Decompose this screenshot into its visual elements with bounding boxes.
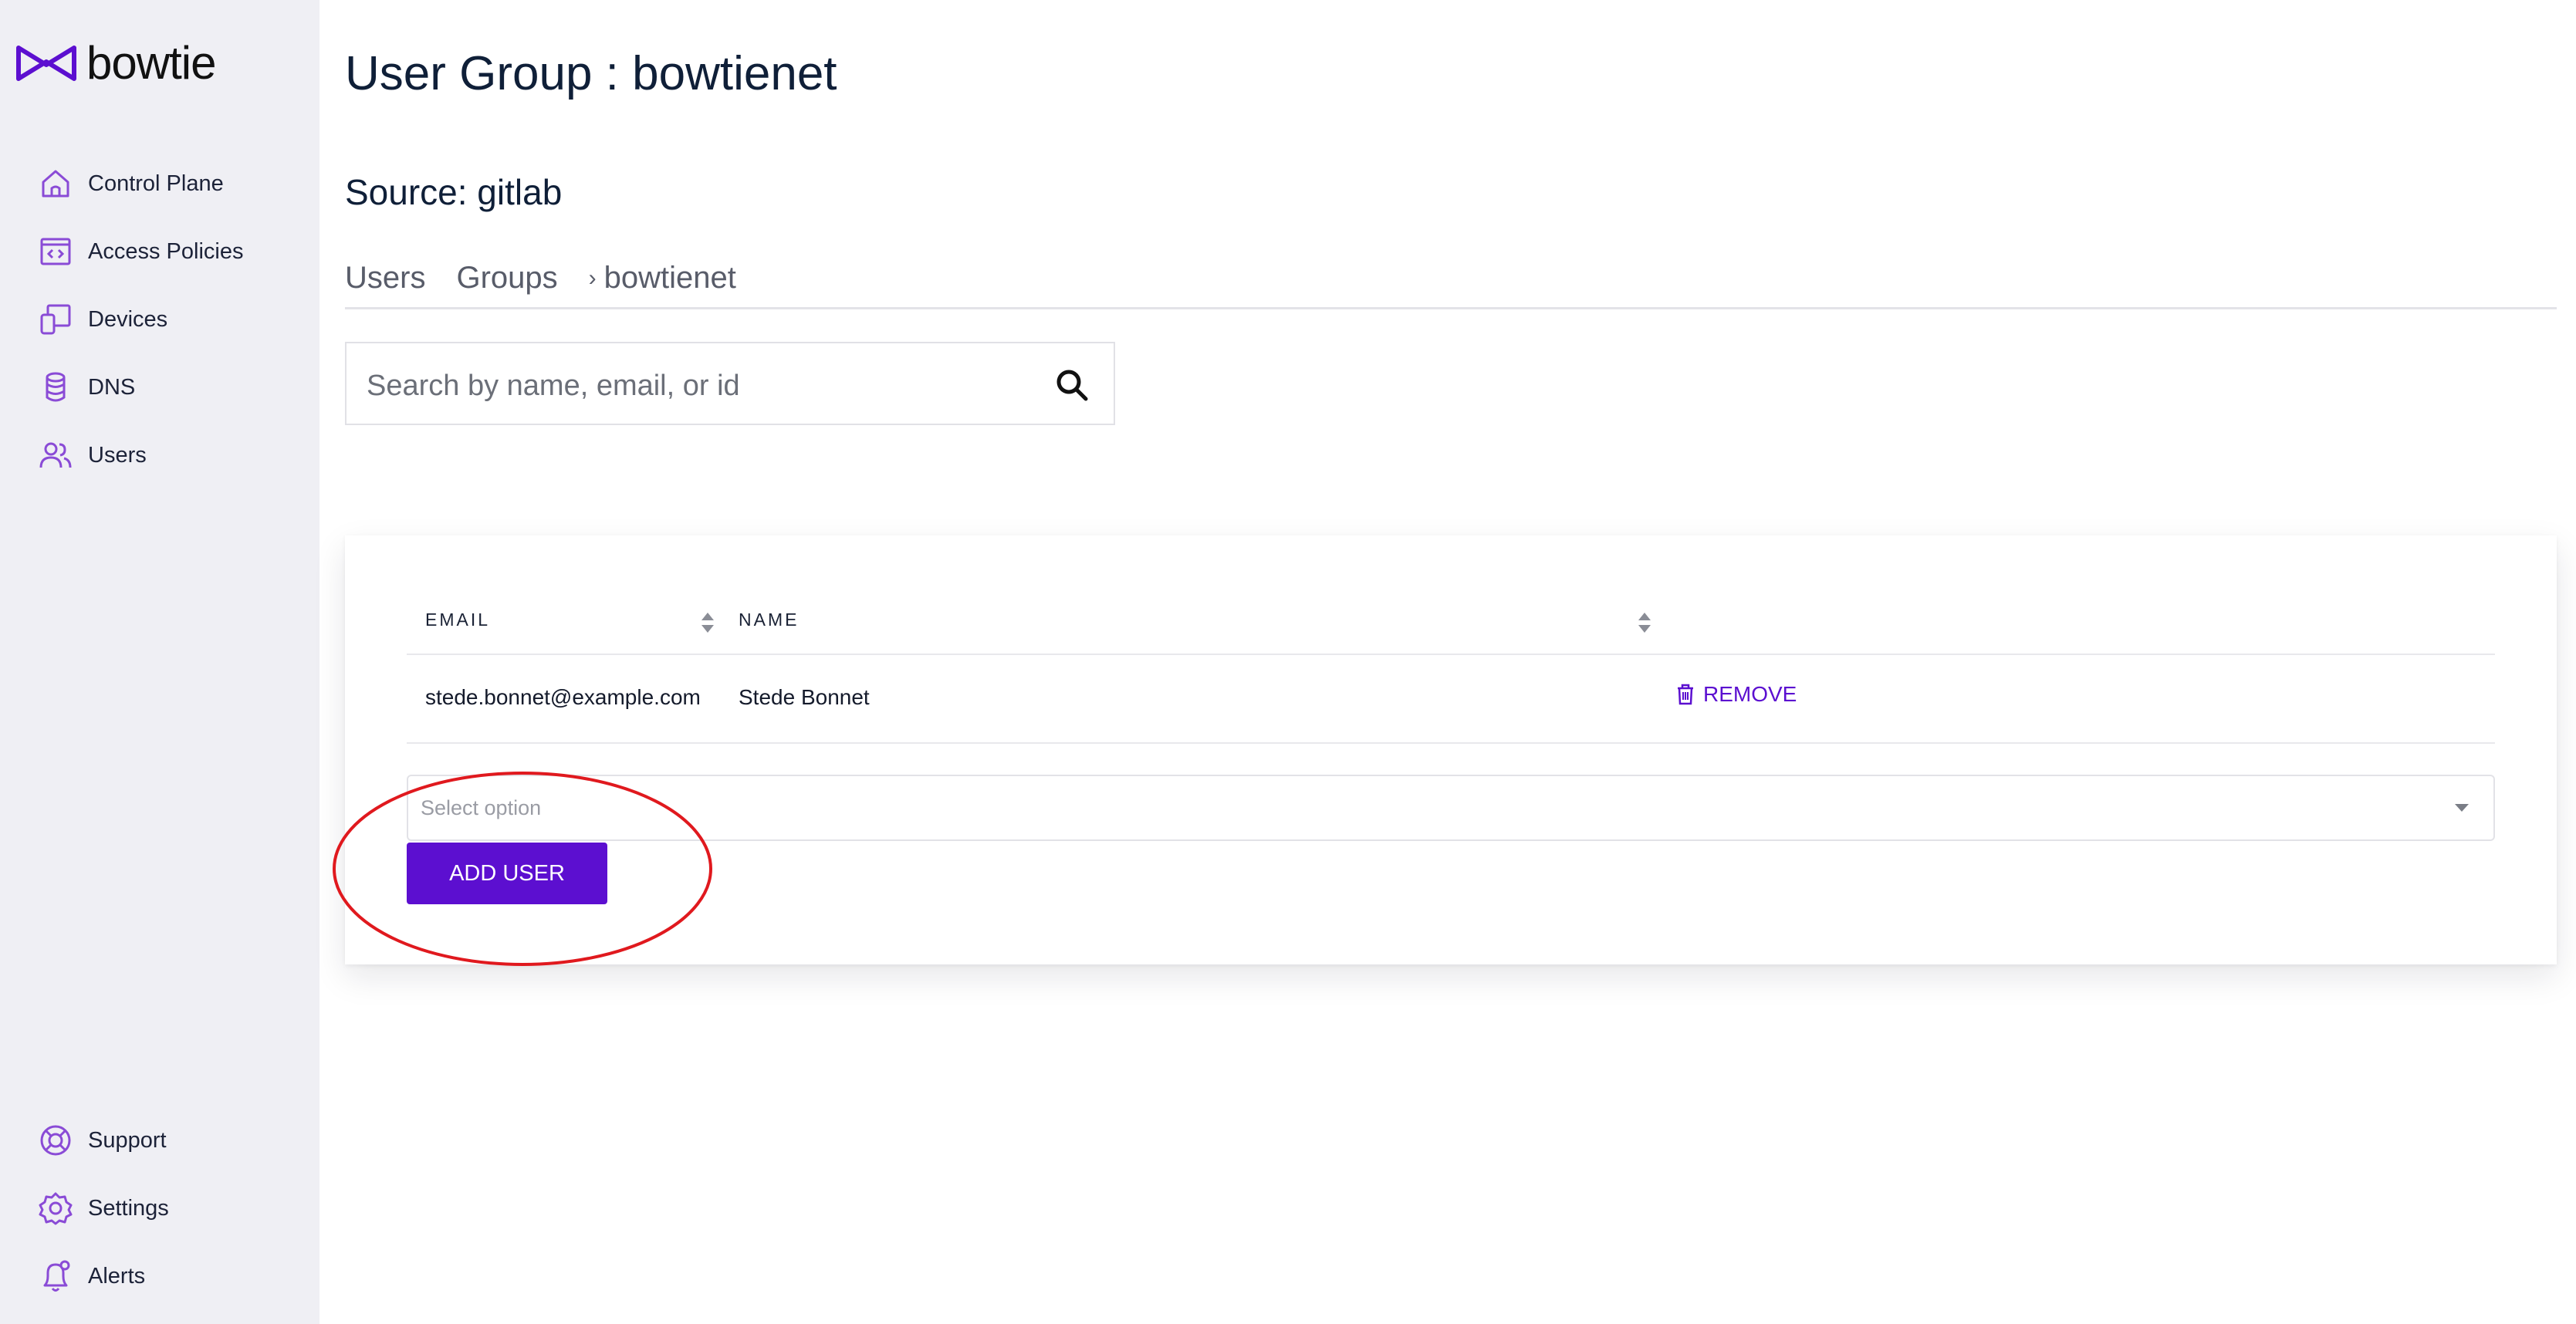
sidebar-item-users[interactable]: Users xyxy=(37,432,147,478)
sidebar-item-label: Settings xyxy=(88,1195,169,1221)
add-user-button[interactable]: ADD USER xyxy=(407,843,607,904)
code-window-icon xyxy=(40,238,71,265)
remove-label: REMOVE xyxy=(1703,682,1797,706)
source-label: Source: gitlab xyxy=(345,172,563,212)
sidebar-item-devices[interactable]: Devices xyxy=(37,296,167,343)
table-row-divider xyxy=(407,742,2495,744)
sidebar-item-label: Access Policies xyxy=(88,238,244,264)
gear-icon xyxy=(39,1192,73,1225)
sort-icon[interactable] xyxy=(700,610,715,636)
devices-icon xyxy=(40,304,71,335)
chevron-right-icon: › xyxy=(588,265,597,291)
user-select[interactable]: Select option xyxy=(407,775,2495,841)
email-cell: stede.bonnet@example.com xyxy=(425,685,701,709)
search-input[interactable] xyxy=(365,362,1032,410)
sidebar-item-label: Control Plane xyxy=(88,171,224,196)
sidebar: bowtie Control Plane Access Policies Dev… xyxy=(0,0,319,1324)
select-placeholder: Select option xyxy=(421,796,542,819)
page-title: User Group : bowtienet xyxy=(345,47,837,100)
table-header-divider xyxy=(407,654,2495,655)
remove-button[interactable]: REMOVE xyxy=(1675,682,1797,707)
sidebar-item-label: Users xyxy=(88,442,147,468)
sidebar-item-label: DNS xyxy=(88,374,136,400)
home-icon xyxy=(42,170,69,198)
sort-icon[interactable] xyxy=(1637,610,1652,636)
bell-icon xyxy=(43,1260,70,1292)
name-cell: Stede Bonnet xyxy=(739,685,870,709)
breadcrumb-current: bowtienet xyxy=(603,261,736,295)
sidebar-item-support[interactable]: Support xyxy=(37,1117,167,1164)
sidebar-item-settings[interactable]: Settings xyxy=(37,1185,169,1231)
sidebar-item-label: Support xyxy=(88,1127,167,1153)
search-box xyxy=(345,342,1115,425)
sidebar-item-dns[interactable]: DNS xyxy=(37,364,135,410)
bowtie-logo-icon xyxy=(16,46,76,81)
logo-text: bowtie xyxy=(86,37,216,89)
column-header-name[interactable]: NAME xyxy=(739,610,799,630)
lifebuoy-icon xyxy=(40,1125,71,1156)
trash-icon xyxy=(1678,684,1693,705)
search-icon[interactable] xyxy=(1053,366,1090,404)
users-icon xyxy=(39,442,72,468)
sidebar-item-control-plane[interactable]: Control Plane xyxy=(37,160,224,207)
logo[interactable]: bowtie xyxy=(15,37,216,89)
column-header-email[interactable]: EMAIL xyxy=(425,610,490,630)
database-icon xyxy=(46,372,66,402)
breadcrumb: Users Groups › bowtienet xyxy=(345,261,736,296)
caret-down-icon xyxy=(2455,804,2469,812)
tab-groups[interactable]: Groups xyxy=(456,261,557,296)
sidebar-item-label: Devices xyxy=(88,306,168,332)
sidebar-item-label: Alerts xyxy=(88,1263,146,1289)
sidebar-item-access-policies[interactable]: Access Policies xyxy=(37,228,243,275)
tabs-divider xyxy=(345,307,2557,309)
sidebar-item-alerts[interactable]: Alerts xyxy=(37,1253,145,1299)
tab-users[interactable]: Users xyxy=(345,261,425,296)
members-card: EMAIL NAME stede.bonnet@example.com Sted… xyxy=(345,535,2557,964)
